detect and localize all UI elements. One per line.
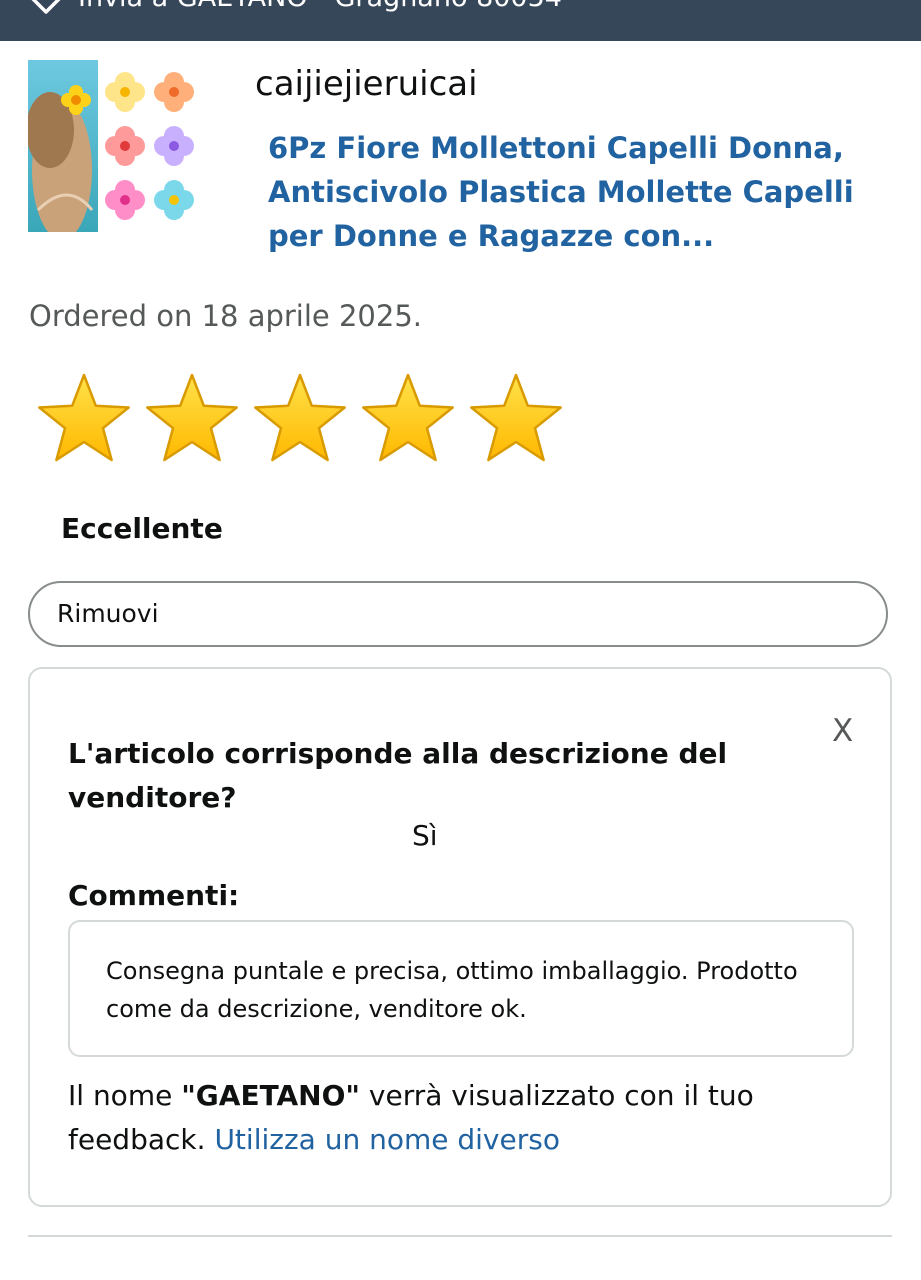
remove-button[interactable]: Rimuovi xyxy=(28,581,888,647)
product-thumbnail[interactable] xyxy=(26,60,200,240)
description-answer[interactable]: Sì xyxy=(412,819,438,852)
star-icon[interactable] xyxy=(358,372,458,468)
feedback-card: X L'articolo corrisponde alla descrizion… xyxy=(28,667,892,1207)
display-name-note: Il nome "GAETANO" verrà visualizzato con… xyxy=(68,1074,848,1162)
rating-label: Eccellente xyxy=(61,512,223,545)
change-name-link[interactable]: Utilizza un nome diverso xyxy=(214,1123,560,1156)
star-icon[interactable] xyxy=(142,372,242,468)
star-icon[interactable] xyxy=(466,372,566,468)
name-note-prefix: Il nome xyxy=(68,1079,182,1112)
seller-name: caijiejieruicai xyxy=(255,64,478,104)
star-icon[interactable] xyxy=(250,372,350,468)
divider xyxy=(28,1235,892,1237)
delivery-header[interactable]: Invia a GAETANO - Gragnano 80054 xyxy=(0,0,921,41)
comment-field[interactable]: Consegna puntale e precisa, ottimo imbal… xyxy=(68,920,854,1057)
comments-label: Commenti: xyxy=(68,879,240,912)
star-rating[interactable] xyxy=(34,372,574,468)
star-icon[interactable] xyxy=(34,372,134,468)
deliver-to-text: Invia a GAETANO - Gragnano 80054 xyxy=(78,0,562,13)
description-question: L'articolo corrisponde alla descrizione … xyxy=(68,737,728,814)
display-name: "GAETANO" xyxy=(181,1079,361,1112)
close-icon[interactable]: X xyxy=(832,713,853,749)
order-date: Ordered on 18 aprile 2025. xyxy=(29,299,423,333)
product-title-link[interactable]: 6Pz Fiore Mollettoni Capelli Donna, Anti… xyxy=(268,126,858,258)
location-pin-icon xyxy=(28,0,64,24)
